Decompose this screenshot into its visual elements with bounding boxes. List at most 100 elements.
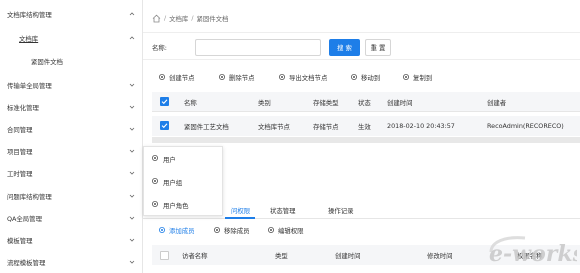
tab-operation-log[interactable]: 操作记录 [328,206,354,215]
sidebar-item-transmittal[interactable]: 传输单全局管理 [0,75,143,95]
col-category: 类别 [258,99,271,107]
member-type-dropdown: 用户 用户组 用户角色 [143,146,223,216]
sidebar-item-label: 模板管理 [7,236,33,245]
edit-permission-button[interactable]: 编辑权限 [267,222,304,238]
col-modified-time: 修改时间 [427,252,453,260]
sidebar-item-issue-lib[interactable]: 问题库结构管理 [0,186,143,206]
col-storage-type: 存储类型 [313,99,339,107]
sidebar-item-workflow-template[interactable]: 流程模板管理 [0,252,143,272]
col-type: 类型 [275,252,288,260]
cell-created-time: 2018-02-10 20:43:57 [387,122,455,130]
dropdown-item-label: 用户 [163,155,176,164]
cell-category: 文档库节点 [258,123,290,131]
sidebar-item-doc-lib-structure[interactable]: 文档库结构管理 [0,4,143,24]
sidebar-item-template[interactable]: 模板管理 [0,230,143,250]
search-button[interactable]: 搜 索 [329,39,360,56]
gear-icon [158,73,166,81]
sidebar-item-qa[interactable]: QA全局管理 [0,208,143,228]
node-toolbar: 创建节点 删除节点 导出文档节点 移动到 复制到 [143,68,580,86]
sidebar-item-label: 传输单全局管理 [7,81,52,90]
row-checkbox[interactable] [160,121,169,130]
name-search-input[interactable] [195,39,321,56]
chevron-down-icon [129,215,135,221]
copy-to-label: 复制到 [413,73,433,82]
gear-icon [278,73,286,81]
export-doc-node-label: 导出文档节点 [289,73,328,82]
sidebar-item-fastener-docs[interactable]: 紧固件文档 [0,51,143,71]
create-node-label: 创建节点 [169,73,195,82]
e-works-watermark: e-works [485,232,577,270]
member-select-all-checkbox[interactable] [160,251,169,260]
gear-icon [151,200,159,210]
cell-creator: RecoAdmin(RECORECO) [487,122,564,130]
tab-access-permission[interactable]: 问权限 [231,206,250,215]
sidebar-item-label: QA全局管理 [7,214,42,223]
chevron-up-icon [129,35,135,41]
move-to-button[interactable]: 移动到 [350,68,380,86]
sidebar-item-label: 文档库 [19,34,39,43]
table-header: 名称 类别 存储类型 状态 创建时间 创建者 [152,92,580,112]
delete-node-label: 删除节点 [229,73,255,82]
gear-icon [402,73,410,81]
chevron-down-icon [129,170,135,176]
chevron-down-icon [129,237,135,243]
horizontal-scrollbar[interactable] [152,137,580,143]
col-created-time: 创建时间 [335,252,361,260]
name-label: 名称: [152,44,167,52]
sidebar-item-project[interactable]: 项目管理 [0,141,143,161]
home-icon[interactable] [152,14,161,23]
active-tab-indicator [225,217,255,219]
breadcrumb-item-doc-lib[interactable]: 文档库 [169,14,188,23]
watermark-text: e-works [489,241,577,267]
breadcrumb-separator: / [191,14,194,22]
sidebar-item-standardization[interactable]: 标准化管理 [0,97,143,117]
col-status: 状态 [358,99,371,107]
col-name: 名称 [184,99,197,107]
export-doc-node-button[interactable]: 导出文档节点 [278,68,327,86]
sidebar-item-label: 紧固件文档 [31,57,63,66]
dropdown-item-label: 用户组 [163,178,183,187]
sidebar-item-timesheet[interactable]: 工时管理 [0,163,143,183]
tab-status-management[interactable]: 状态管理 [270,206,296,215]
dropdown-item-label: 用户角色 [163,201,189,210]
gear-icon [267,226,275,234]
sidebar-item-contract[interactable]: 合同管理 [0,119,143,139]
copy-to-button[interactable]: 复制到 [402,68,432,86]
breadcrumb-separator: / [164,14,167,22]
add-member-label: 添加成员 [169,226,195,235]
sidebar-item-label: 工时管理 [7,169,33,178]
sidebar-item-label: 合同管理 [7,125,33,134]
chevron-down-icon [129,104,135,110]
sidebar: 文档库结构管理 文档库 紧固件文档 传输单全局管理 标准化管理 合同管理 项目管… [0,0,143,273]
remove-member-label: 移除成员 [224,226,250,235]
chevron-up-icon [129,11,135,17]
gear-icon [151,177,159,187]
dropdown-item-user-group[interactable]: 用户组 [144,172,224,192]
remove-member-button[interactable]: 移除成员 [213,222,250,238]
delete-node-button[interactable]: 删除节点 [218,68,255,86]
add-member-button[interactable]: 添加成员 [158,222,195,238]
breadcrumb-item-current: 紧固件文档 [196,14,229,23]
chevron-down-icon [129,193,135,199]
table-row[interactable]: 紧固件工艺文档 文档库节点 存储节点 生效 2018-02-10 20:43:5… [152,116,580,136]
move-to-label: 移动到 [361,73,381,82]
sidebar-item-label: 流程模板管理 [7,258,46,267]
breadcrumb: / 文档库 / 紧固件文档 [152,12,228,24]
gear-icon [158,226,166,234]
gear-icon [350,73,358,81]
sidebar-item-label: 项目管理 [7,147,33,156]
gear-icon [151,154,159,164]
chevron-down-icon [129,259,135,265]
create-node-button[interactable]: 创建节点 [158,68,195,86]
sidebar-item-label: 问题库结构管理 [7,192,52,201]
search-bar: 名称: 搜 索 重 置 [143,32,580,60]
dropdown-item-user-role[interactable]: 用户角色 [144,195,224,215]
chevron-down-icon [129,126,135,132]
col-creator: 创建者 [487,99,507,107]
sidebar-item-label: 文档库结构管理 [7,10,52,19]
reset-button[interactable]: 重 置 [365,39,391,56]
select-all-checkbox[interactable] [160,97,169,106]
dropdown-item-user[interactable]: 用户 [144,149,224,169]
chevron-down-icon [129,82,135,88]
sidebar-item-doc-lib[interactable]: 文档库 [0,28,143,48]
